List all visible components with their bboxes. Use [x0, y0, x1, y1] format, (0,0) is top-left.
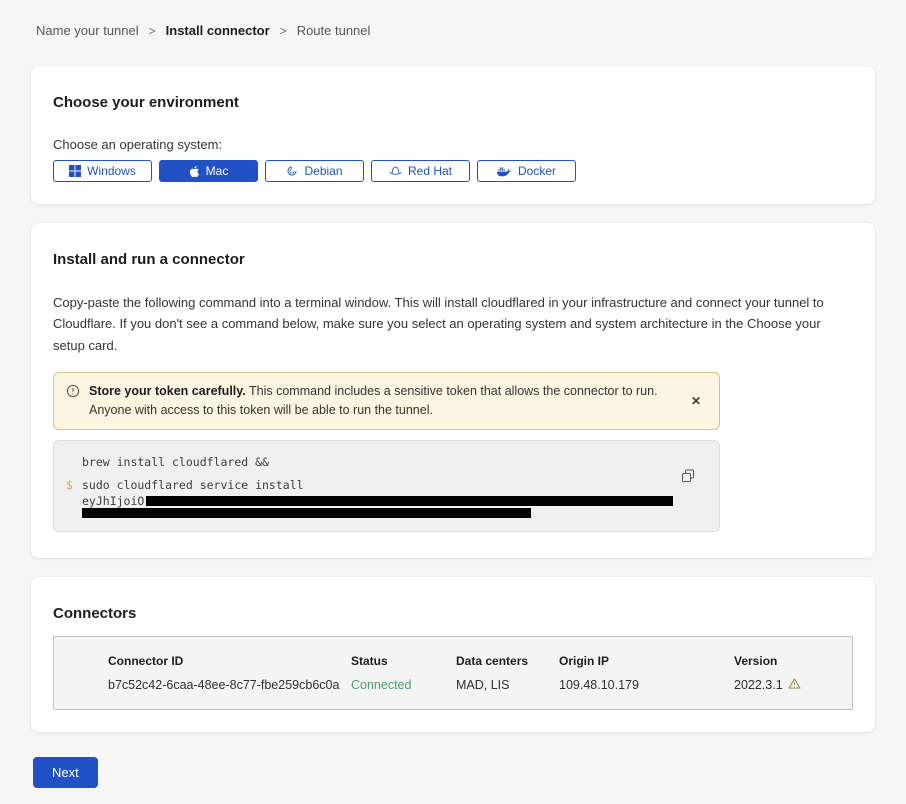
os-button-label: Mac	[206, 164, 229, 178]
os-button-debian[interactable]: Debian	[265, 160, 364, 182]
os-button-label: Docker	[518, 164, 556, 178]
os-button-label: Red Hat	[408, 164, 452, 178]
breadcrumb-name-your-tunnel[interactable]: Name your tunnel	[36, 23, 139, 38]
column-header-connector-id: Connector ID	[108, 654, 351, 668]
connectors-card: Connectors Connector ID Status Data cent…	[31, 577, 875, 732]
code-line-brew: brew install cloudflared &&	[82, 454, 673, 471]
close-icon[interactable]: ✕	[685, 391, 707, 411]
windows-icon	[69, 165, 81, 177]
shell-prompt: $	[66, 477, 73, 494]
breadcrumb-separator: >	[280, 24, 287, 38]
code-line-service-install: sudo cloudflared service install	[82, 477, 673, 494]
version-number: 2022.3.1	[734, 678, 783, 692]
alert-circle-icon	[66, 384, 80, 404]
environment-card-title: Choose your environment	[53, 94, 853, 111]
column-header-status: Status	[351, 654, 456, 668]
os-button-group: Windows Mac Debian Red Hat Docker	[53, 160, 853, 182]
token-warning-title: Store your token carefully.	[89, 384, 246, 398]
connector-data-centers-value: MAD, LIS	[456, 678, 559, 692]
column-header-origin-ip: Origin IP	[559, 654, 734, 668]
connectors-card-title: Connectors	[53, 605, 853, 622]
redacted-token-bar	[82, 508, 531, 518]
breadcrumb-route-tunnel[interactable]: Route tunnel	[297, 23, 371, 38]
os-button-windows[interactable]: Windows	[53, 160, 152, 182]
install-description: Copy-paste the following command into a …	[53, 292, 847, 356]
token-prefix: eyJhIjoiO	[82, 493, 144, 510]
install-connector-card: Install and run a connector Copy-paste t…	[31, 223, 875, 558]
connector-version-value: 2022.3.1	[734, 678, 842, 692]
breadcrumb-separator: >	[149, 24, 156, 38]
os-button-mac[interactable]: Mac	[159, 160, 258, 182]
column-header-data-centers: Data centers	[456, 654, 559, 668]
token-warning-text: Store your token carefully. This command…	[89, 382, 676, 420]
redacted-token-bar	[146, 496, 673, 506]
debian-icon	[286, 165, 298, 177]
apple-icon	[189, 165, 200, 178]
os-select-label: Choose an operating system:	[53, 137, 853, 152]
connector-status-value: Connected	[351, 678, 456, 692]
install-command-code-block: brew install cloudflared && $ sudo cloud…	[53, 440, 720, 532]
os-button-redhat[interactable]: Red Hat	[371, 160, 470, 182]
docker-icon	[497, 166, 512, 177]
os-button-label: Windows	[87, 164, 136, 178]
choose-environment-card: Choose your environment Choose an operat…	[31, 66, 875, 204]
column-header-version: Version	[734, 654, 842, 668]
copy-icon[interactable]	[679, 467, 697, 488]
next-button[interactable]: Next	[33, 757, 98, 788]
token-warning-banner: Store your token carefully. This command…	[53, 372, 720, 430]
connector-id-value: b7c52c42-6caa-48ee-8c77-fbe259cb6c0a	[108, 678, 351, 692]
redhat-icon	[389, 165, 402, 177]
os-button-docker[interactable]: Docker	[477, 160, 576, 182]
connector-origin-ip-value: 109.48.10.179	[559, 678, 734, 692]
connectors-table: Connector ID Status Data centers Origin …	[53, 636, 853, 710]
breadcrumb-install-connector[interactable]: Install connector	[166, 23, 270, 38]
breadcrumb: Name your tunnel > Install connector > R…	[0, 0, 906, 38]
install-card-title: Install and run a connector	[53, 251, 847, 268]
os-button-label: Debian	[304, 164, 342, 178]
warning-triangle-icon	[788, 678, 801, 692]
